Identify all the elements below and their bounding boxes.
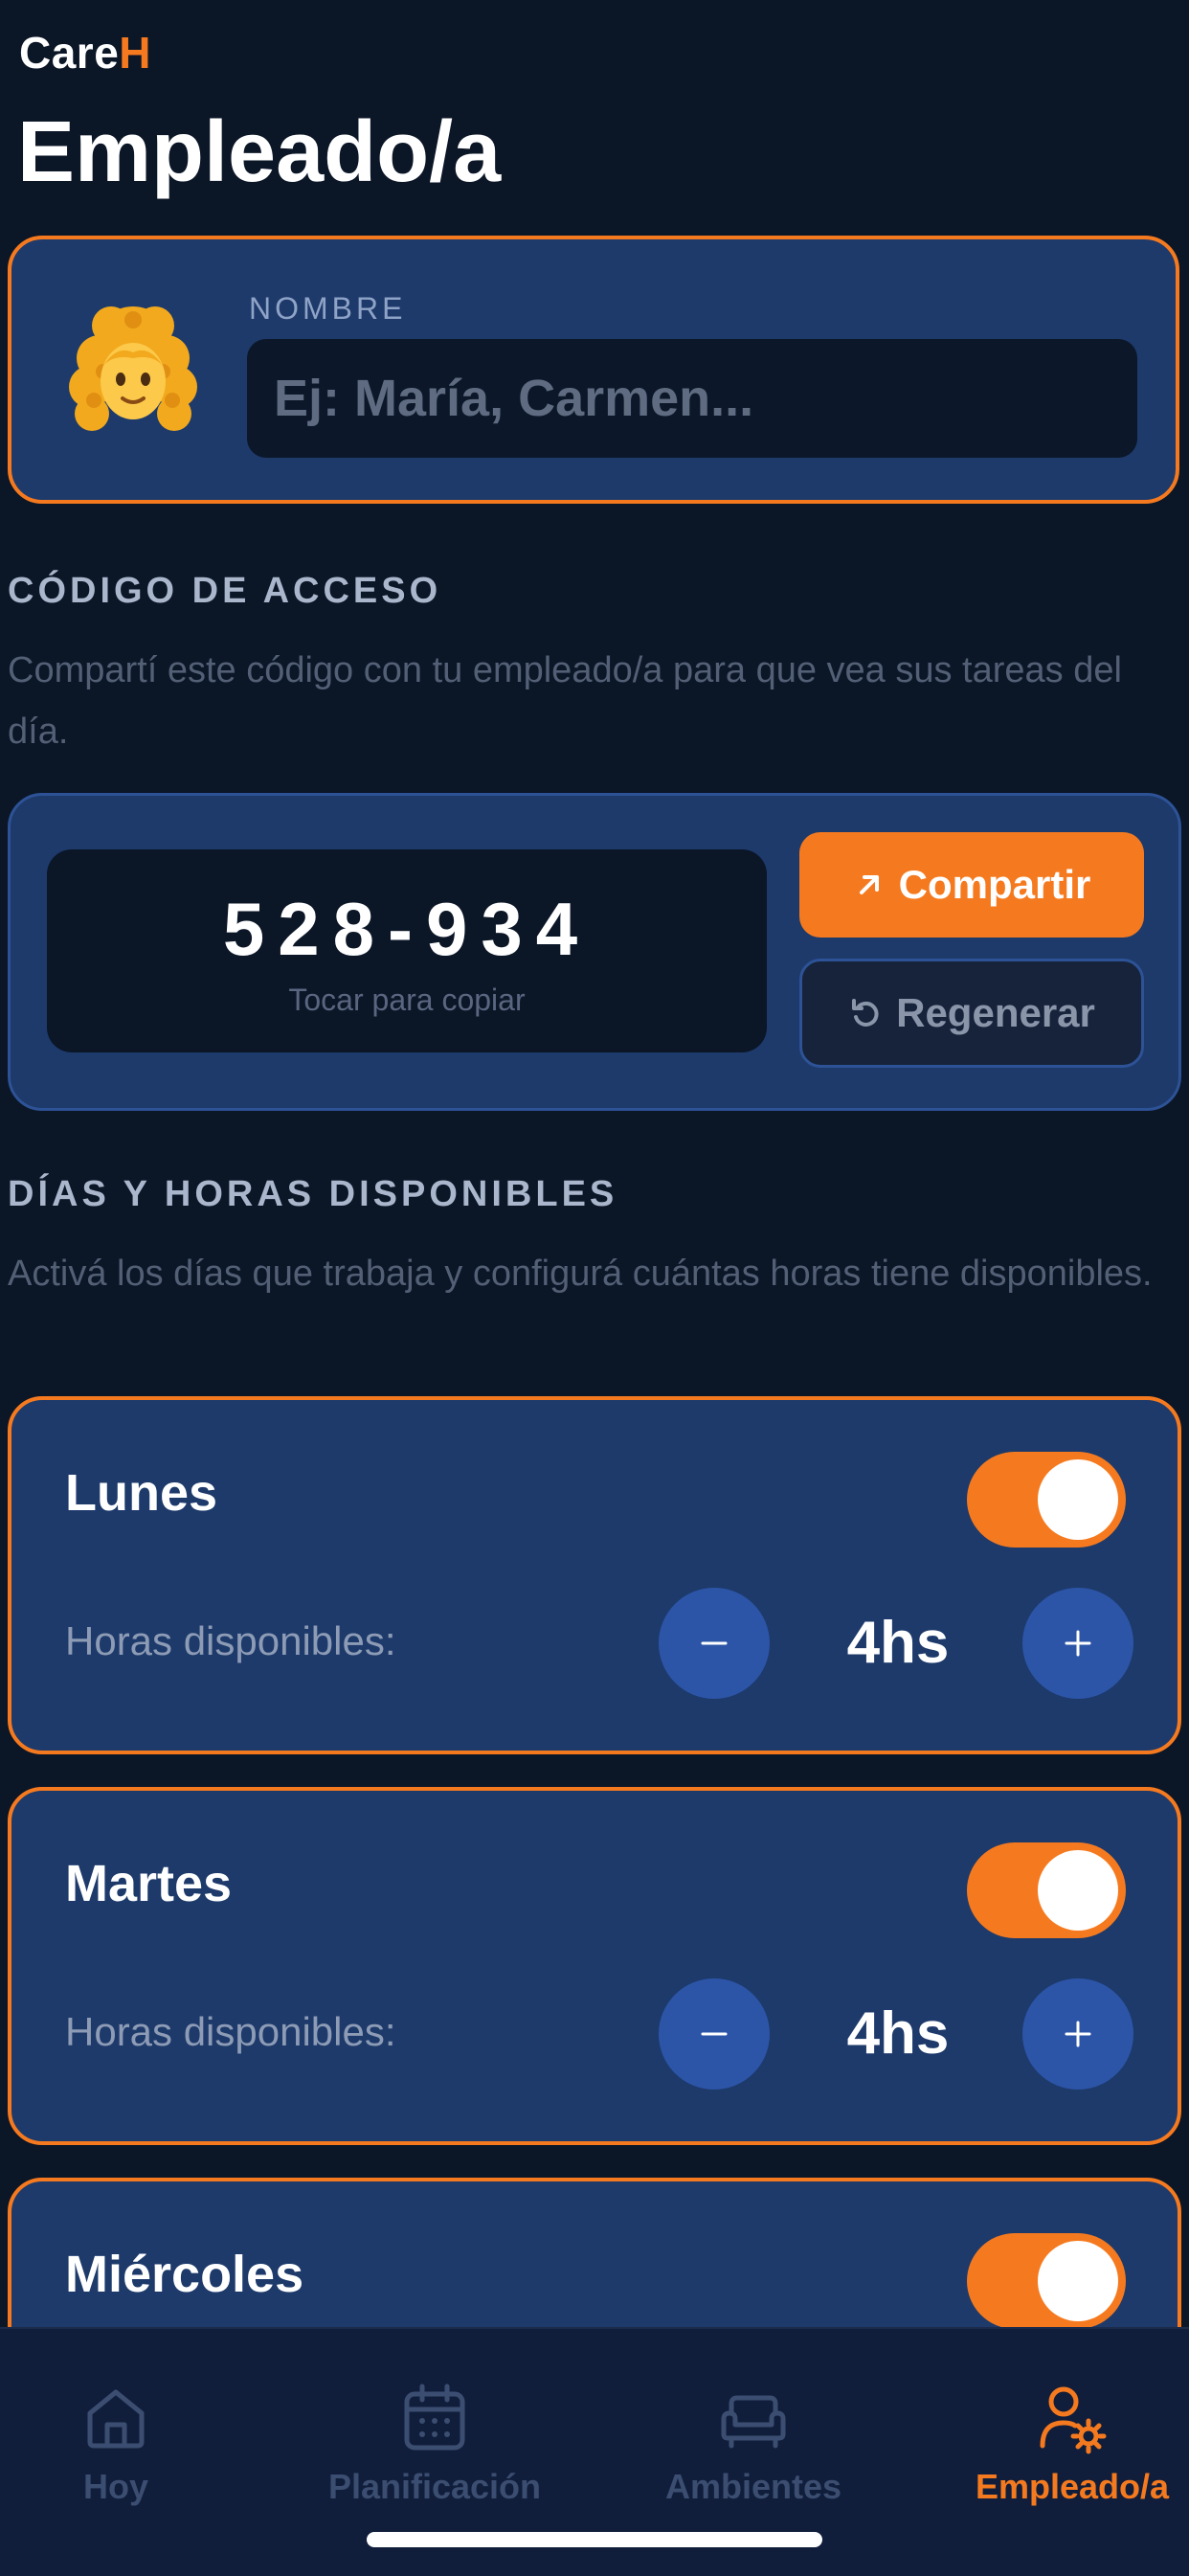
calendar-icon: [404, 2384, 465, 2451]
day-card-lunes: Lunes Horas disponibles: 4hs: [8, 1396, 1181, 1754]
name-field-label: NOMBRE: [249, 291, 407, 326]
arrow-up-right-icon: [853, 869, 886, 901]
home-icon: [87, 2389, 145, 2449]
tab-label: Empleado/a: [975, 2467, 1170, 2506]
hours-label: Horas disponibles:: [65, 2009, 396, 2054]
day-name: Miércoles: [65, 2246, 304, 2303]
user-settings-icon: [1040, 2386, 1107, 2454]
sofa-icon: [721, 2395, 786, 2449]
access-code-description: Compartí este código con tu empleado/a p…: [8, 650, 1122, 752]
regenerate-button-label: Regenerar: [896, 990, 1095, 1035]
plus-icon: [1065, 1630, 1091, 1657]
toggle-knob: [1038, 1850, 1118, 1931]
availability-description: Activá los días que trabaja y configurá …: [8, 1254, 1153, 1294]
curly-haired-woman-icon: [69, 306, 197, 431]
availability-section-title: DÍAS Y HORAS DISPONIBLES: [8, 1174, 618, 1214]
copy-hint: Tocar para copiar: [288, 983, 526, 1017]
brand-logo: CareH: [19, 27, 151, 79]
share-button-label: Compartir: [898, 862, 1091, 907]
tab-ambientes[interactable]: Ambientes: [610, 2381, 897, 2507]
refresh-icon: [848, 996, 883, 1030]
toggle-knob: [1038, 1459, 1118, 1540]
increase-hours-button-martes[interactable]: [1022, 1978, 1133, 2090]
increase-hours-button-lunes[interactable]: [1022, 1588, 1133, 1699]
access-code-card: 528-934 Tocar para copiar Compartir Rege…: [8, 793, 1181, 1111]
decrease-hours-button-lunes[interactable]: [659, 1588, 770, 1699]
avatar: [61, 299, 205, 442]
tab-hoy[interactable]: Hoy: [0, 2381, 259, 2507]
tab-planificacion[interactable]: Planificación: [291, 2381, 578, 2507]
access-code-section-title: CÓDIGO DE ACCESO: [8, 571, 442, 611]
minus-icon: [701, 2032, 728, 2036]
toggle-knob: [1038, 2241, 1118, 2321]
day-toggle-martes[interactable]: [967, 1842, 1126, 1938]
tab-label: Hoy: [82, 2467, 148, 2506]
name-input[interactable]: [247, 339, 1137, 458]
tab-label: Planificación: [327, 2467, 542, 2506]
day-toggle-miercoles[interactable]: [967, 2233, 1126, 2329]
day-name: Martes: [65, 1855, 233, 1912]
hours-label: Horas disponibles:: [65, 1618, 396, 1663]
plus-icon: [1065, 2021, 1091, 2047]
regenerate-button[interactable]: Regenerar: [799, 959, 1144, 1068]
page-title: Empleado/a: [17, 104, 502, 200]
home-indicator: [367, 2532, 822, 2547]
access-code-copy-area[interactable]: 528-934 Tocar para copiar: [47, 849, 767, 1052]
access-code-value: 528-934: [222, 887, 592, 971]
decrease-hours-button-martes[interactable]: [659, 1978, 770, 2090]
day-name: Lunes: [65, 1464, 218, 1522]
hours-value-lunes: 4hs: [846, 1610, 950, 1676]
minus-icon: [701, 1641, 728, 1645]
brand-accent-letter: H: [119, 28, 152, 78]
tab-empleado[interactable]: Empleado/a: [929, 2381, 1189, 2507]
hours-value-martes: 4hs: [846, 2000, 950, 2067]
day-card-martes: Martes Horas disponibles: 4hs: [8, 1787, 1181, 2145]
employee-profile-card: NOMBRE: [8, 236, 1179, 504]
tab-label: Ambientes: [664, 2467, 842, 2506]
day-toggle-lunes[interactable]: [967, 1452, 1126, 1548]
share-button[interactable]: Compartir: [799, 832, 1144, 938]
brand-prefix: Care: [19, 28, 120, 78]
